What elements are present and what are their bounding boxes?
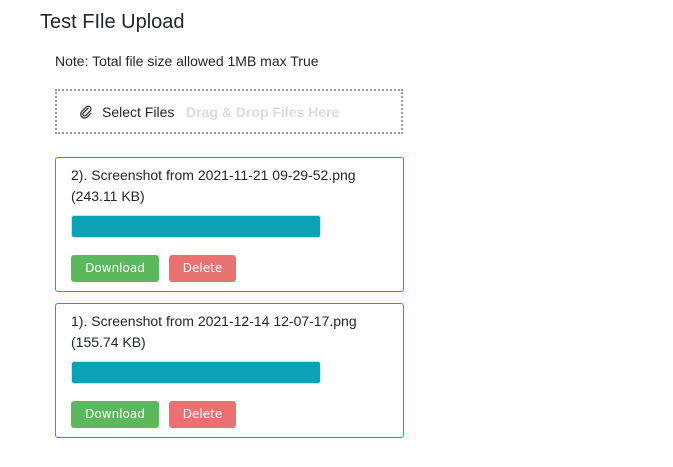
page-title: Test FIle Upload xyxy=(40,11,185,33)
select-files-button[interactable]: Select Files xyxy=(79,104,174,120)
download-button[interactable]: Download xyxy=(71,255,159,282)
upload-page: Test FIle Upload Note: Total file size a… xyxy=(0,0,673,467)
file-info: 1). Screenshot from 2021-12-14 12-07-17.… xyxy=(71,311,391,353)
file-size: (155.74 KB) xyxy=(71,334,146,350)
delete-button[interactable]: Delete xyxy=(169,255,236,282)
file-size: (243.11 KB) xyxy=(71,188,145,204)
progress-fill xyxy=(72,362,320,383)
file-name: 2). Screenshot from 2021-11-21 09-29-52.… xyxy=(71,167,356,183)
select-files-label: Select Files xyxy=(102,104,175,120)
drop-hint: Drag & Drop Files Here xyxy=(186,104,340,120)
file-dropzone[interactable]: Select Files Drag & Drop Files Here xyxy=(55,89,403,134)
delete-button[interactable]: Delete xyxy=(169,401,236,428)
upload-progress-bar xyxy=(71,215,321,238)
download-button[interactable]: Download xyxy=(71,401,159,428)
file-card: 1). Screenshot from 2021-12-14 12-07-17.… xyxy=(55,303,404,438)
file-info: 2). Screenshot from 2021-11-21 09-29-52.… xyxy=(71,165,391,207)
size-note: Note: Total file size allowed 1MB max Tr… xyxy=(55,53,319,69)
upload-progress-bar xyxy=(71,361,321,384)
file-name: 1). Screenshot from 2021-12-14 12-07-17.… xyxy=(71,313,357,329)
paperclip-icon xyxy=(79,105,93,119)
file-card: 2). Screenshot from 2021-11-21 09-29-52.… xyxy=(55,157,404,292)
progress-fill xyxy=(72,216,320,237)
